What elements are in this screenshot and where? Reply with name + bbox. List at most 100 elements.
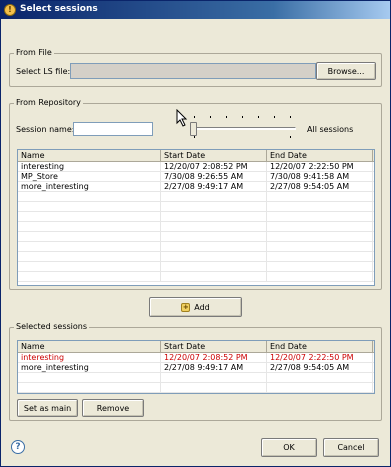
empty-cell xyxy=(267,222,373,232)
from-file-group: From File Select LS file: Browse... xyxy=(9,48,382,87)
empty-cell xyxy=(18,252,161,262)
table-row[interactable]: interesting 12/20/07 2:08:52 PM 12/20/07… xyxy=(18,162,374,172)
session-name-input[interactable] xyxy=(73,122,153,136)
empty-row xyxy=(18,373,374,383)
empty-row xyxy=(18,242,374,252)
set-as-main-label: Set as main xyxy=(23,403,72,413)
help-icon[interactable]: ? xyxy=(11,440,25,454)
from-repository-legend: From Repository xyxy=(14,98,83,107)
cell-end-date: 2/27/08 9:54:05 AM xyxy=(267,182,373,192)
table-row[interactable]: more_interesting 2/27/08 9:49:17 AM 2/27… xyxy=(18,363,374,373)
add-button[interactable]: + Add xyxy=(149,297,242,317)
table-row[interactable]: MP_Store 7/30/08 9:26:55 AM 7/30/08 9:41… xyxy=(18,172,374,182)
table-row[interactable]: more_interesting 2/27/08 9:49:17 AM 2/27… xyxy=(18,182,374,192)
selected-sessions-group: Selected sessions Name Start Date End Da… xyxy=(9,322,382,421)
empty-cell xyxy=(267,192,373,202)
table-header: Name Start Date End Date xyxy=(18,150,374,162)
empty-cell xyxy=(18,232,161,242)
column-header-start-date[interactable]: Start Date xyxy=(161,150,267,162)
cell-end-date: 7/30/08 9:41:58 AM xyxy=(267,172,373,182)
empty-cell xyxy=(267,252,373,262)
empty-cell xyxy=(18,272,161,282)
ls-file-field[interactable] xyxy=(70,63,316,79)
title-bar[interactable]: ! Select sessions xyxy=(1,1,390,19)
empty-cell xyxy=(18,242,161,252)
empty-cell xyxy=(267,272,373,282)
selected-sessions-table[interactable]: Name Start Date End Date interesting 12/… xyxy=(17,340,375,394)
cell-name: interesting xyxy=(18,353,161,363)
column-header-name[interactable]: Name xyxy=(18,150,161,162)
cell-start-date: 2/27/08 9:49:17 AM xyxy=(161,363,267,373)
empty-row xyxy=(18,252,374,262)
empty-cell xyxy=(18,222,161,232)
empty-cell xyxy=(161,383,267,393)
slider-tick xyxy=(194,136,195,138)
remove-button[interactable]: Remove xyxy=(82,399,144,417)
session-name-label: Session name: xyxy=(16,125,75,134)
empty-cell xyxy=(18,192,161,202)
selected-sessions-legend: Selected sessions xyxy=(14,322,90,331)
column-header-end-date[interactable]: End Date xyxy=(267,341,373,353)
slider-tick xyxy=(290,116,291,118)
empty-cell xyxy=(267,242,373,252)
empty-cell xyxy=(161,192,267,202)
cell-name: interesting xyxy=(18,162,161,172)
from-file-legend: From File xyxy=(14,48,54,57)
slider-thumb[interactable] xyxy=(190,122,197,136)
select-sessions-dialog: ! Select sessions From File Select LS fi… xyxy=(0,0,391,467)
column-header-end-date[interactable]: End Date xyxy=(267,150,373,162)
browse-button[interactable]: Browse... xyxy=(316,62,376,80)
cell-name: MP_Store xyxy=(18,172,161,182)
cell-end-date: 12/20/07 2:22:50 PM xyxy=(267,162,373,172)
empty-cell xyxy=(161,222,267,232)
cancel-label: Cancel xyxy=(337,443,365,452)
empty-cell xyxy=(161,262,267,272)
table-header: Name Start Date End Date xyxy=(18,341,374,353)
add-icon: + xyxy=(181,302,191,312)
empty-cell xyxy=(267,202,373,212)
window-title: Select sessions xyxy=(20,4,98,14)
cell-start-date: 2/27/08 9:49:17 AM xyxy=(161,182,267,192)
empty-cell xyxy=(18,262,161,272)
cell-start-date: 12/20/07 2:08:52 PM xyxy=(161,353,267,363)
empty-row xyxy=(18,212,374,222)
slider-tick xyxy=(290,136,291,138)
repository-sessions-table[interactable]: Name Start Date End Date interesting 12/… xyxy=(17,149,375,286)
warning-app-icon: ! xyxy=(4,4,16,16)
from-repository-group: From Repository Session name: All sessio… xyxy=(9,98,382,290)
remove-label: Remove xyxy=(96,403,130,413)
set-as-main-button[interactable]: Set as main xyxy=(17,399,78,417)
empty-cell xyxy=(267,232,373,242)
empty-row xyxy=(18,272,374,282)
cell-name: more_interesting xyxy=(18,363,161,373)
empty-row xyxy=(18,262,374,272)
empty-cell xyxy=(267,212,373,222)
slider-tick xyxy=(194,116,195,118)
ok-button[interactable]: OK xyxy=(261,438,317,457)
column-header-start-date[interactable]: Start Date xyxy=(161,341,267,353)
cancel-button[interactable]: Cancel xyxy=(323,438,379,457)
empty-cell xyxy=(267,383,373,393)
mouse-cursor-icon xyxy=(176,109,188,127)
column-header-name[interactable]: Name xyxy=(18,341,161,353)
empty-cell xyxy=(267,373,373,383)
slider-tick xyxy=(258,116,259,118)
empty-cell xyxy=(18,373,161,383)
empty-cell xyxy=(18,212,161,222)
session-slider[interactable] xyxy=(186,114,298,144)
cell-name: more_interesting xyxy=(18,182,161,192)
cell-start-date: 7/30/08 9:26:55 AM xyxy=(161,172,267,182)
cell-start-date: 12/20/07 2:08:52 PM xyxy=(161,162,267,172)
table-row-main-session[interactable]: interesting 12/20/07 2:08:52 PM 12/20/07… xyxy=(18,353,374,363)
empty-cell xyxy=(267,262,373,272)
empty-row xyxy=(18,192,374,202)
empty-cell xyxy=(161,242,267,252)
empty-cell xyxy=(161,252,267,262)
cell-end-date: 12/20/07 2:22:50 PM xyxy=(267,353,373,363)
empty-row xyxy=(18,202,374,212)
empty-cell xyxy=(161,272,267,282)
empty-cell xyxy=(18,202,161,212)
ok-label: OK xyxy=(283,443,295,452)
slider-tick xyxy=(242,116,243,118)
slider-tick xyxy=(226,116,227,118)
